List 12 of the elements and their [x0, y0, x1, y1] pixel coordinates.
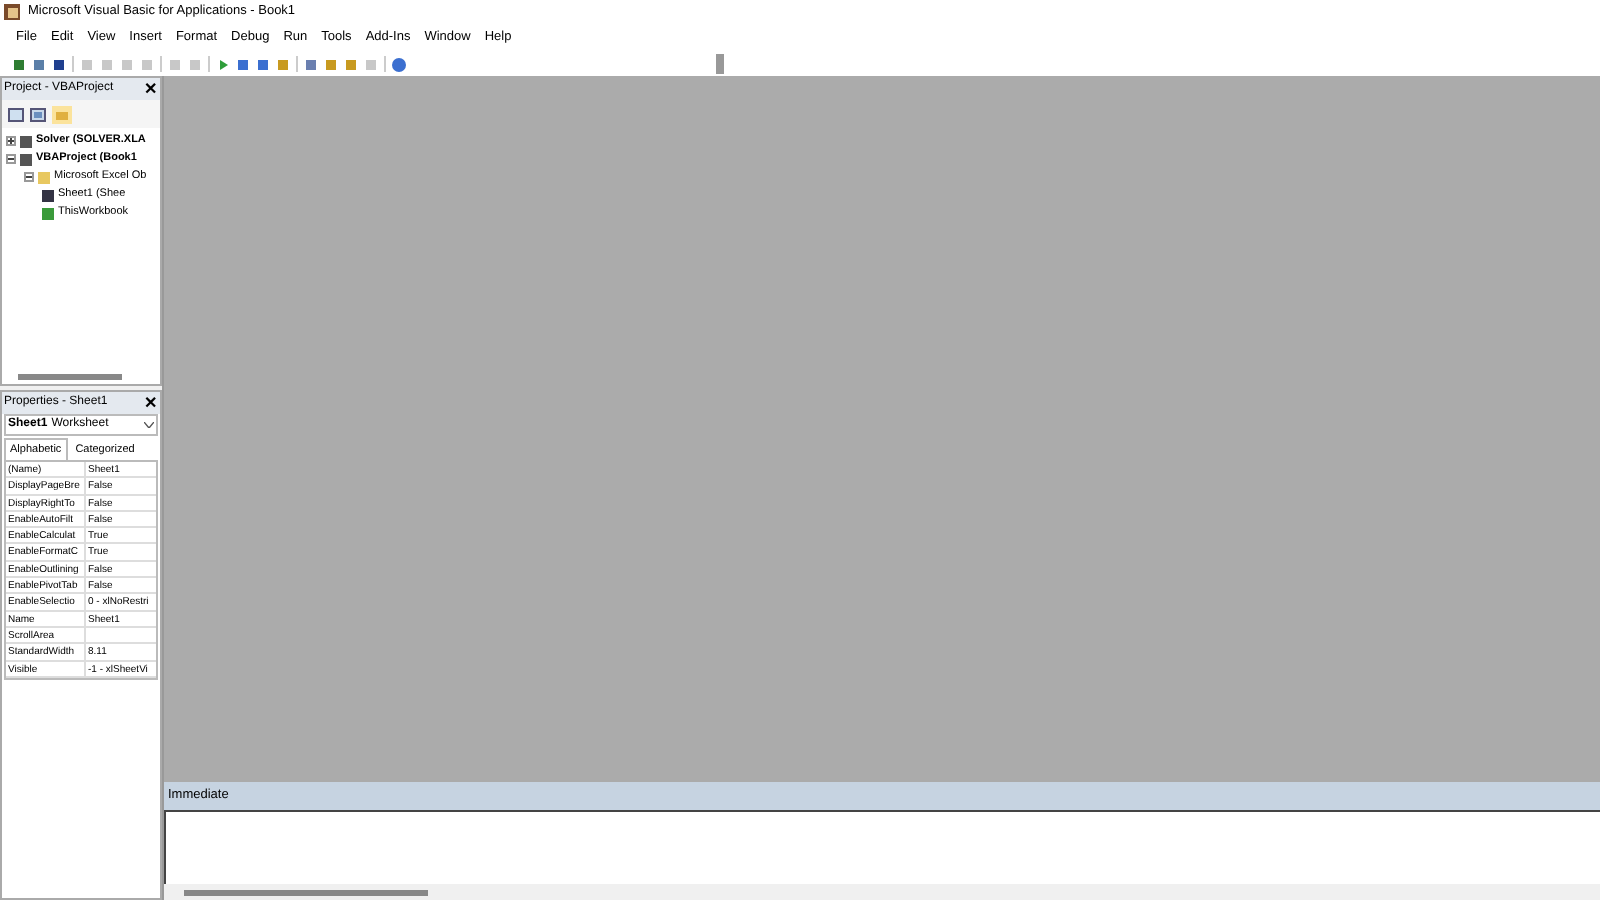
- app-icon: [4, 4, 20, 20]
- close-button[interactable]: ✕: [144, 395, 158, 411]
- caret-icon: [144, 422, 154, 428]
- collapse-icon[interactable]: [6, 154, 16, 164]
- close-button[interactable]: ✕: [144, 81, 158, 97]
- collapse-icon[interactable]: [24, 172, 34, 182]
- scrollbar-thumb[interactable]: [18, 373, 122, 379]
- view-code-icon[interactable]: [8, 107, 24, 121]
- expand-icon[interactable]: [6, 136, 16, 146]
- view-object-icon[interactable]: [30, 107, 46, 121]
- play-icon[interactable]: [216, 57, 230, 71]
- scrollbar-thumb[interactable]: [184, 889, 428, 895]
